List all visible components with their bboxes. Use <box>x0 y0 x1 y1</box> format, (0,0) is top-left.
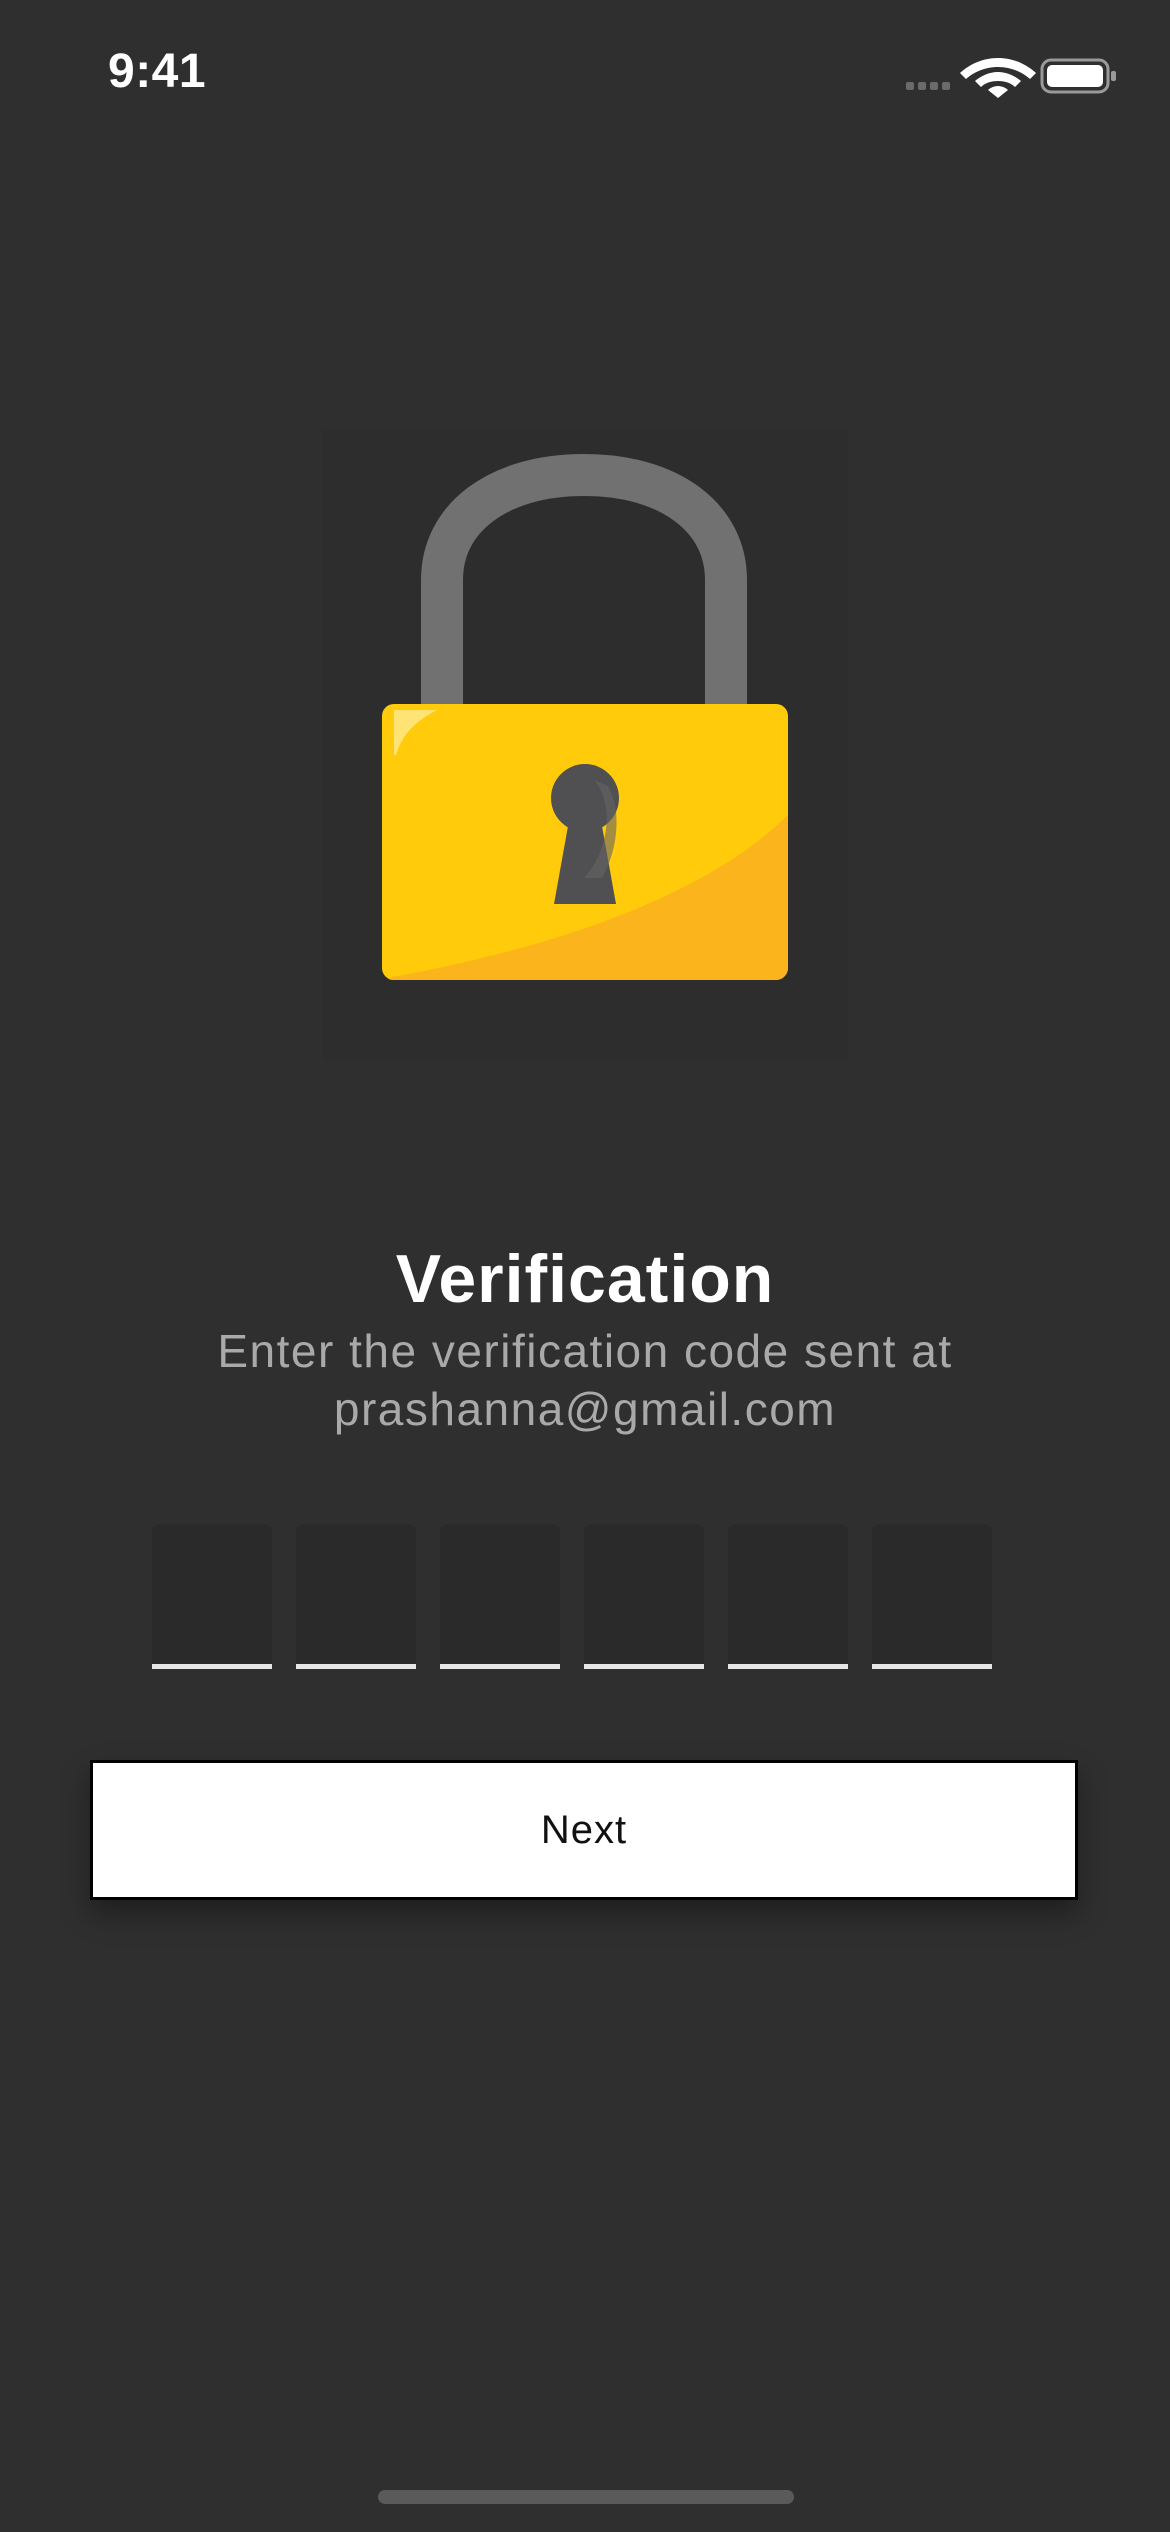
code-digit-1-field[interactable] <box>152 1524 272 1664</box>
email-address: prashanna@gmail.com <box>333 1383 837 1435</box>
code-digit-4[interactable] <box>584 1524 704 1669</box>
battery-icon <box>1040 58 1116 94</box>
code-digit-4-field[interactable] <box>584 1524 704 1664</box>
status-time: 9:41 <box>108 45 207 98</box>
home-indicator[interactable] <box>378 2490 794 2504</box>
code-digit-3[interactable] <box>440 1524 560 1669</box>
padlock-icon <box>322 430 848 1060</box>
code-digit-5-field[interactable] <box>728 1524 848 1664</box>
code-digit-6-field[interactable] <box>872 1524 992 1664</box>
code-digit-3-field[interactable] <box>440 1524 560 1664</box>
code-digit-1[interactable] <box>152 1524 272 1669</box>
code-digit-6[interactable] <box>872 1524 992 1669</box>
code-digit-5[interactable] <box>728 1524 848 1669</box>
code-digit-2[interactable] <box>296 1524 416 1669</box>
wifi-icon <box>960 58 1036 98</box>
signal-icon <box>906 82 950 90</box>
subtitle-line: Enter the verification code sent at <box>217 1325 953 1377</box>
next-button[interactable]: Next <box>90 1760 1078 1900</box>
status-icons <box>906 58 1116 98</box>
code-digit-2-field[interactable] <box>296 1524 416 1664</box>
verification-subtitle: Enter the verification code sent at pras… <box>100 1322 1070 1438</box>
verification-code-input <box>152 1524 994 1672</box>
lock-illustration <box>322 430 848 1060</box>
page-title: Verification <box>395 1241 775 1317</box>
status-bar: 9:41 <box>0 0 1170 150</box>
